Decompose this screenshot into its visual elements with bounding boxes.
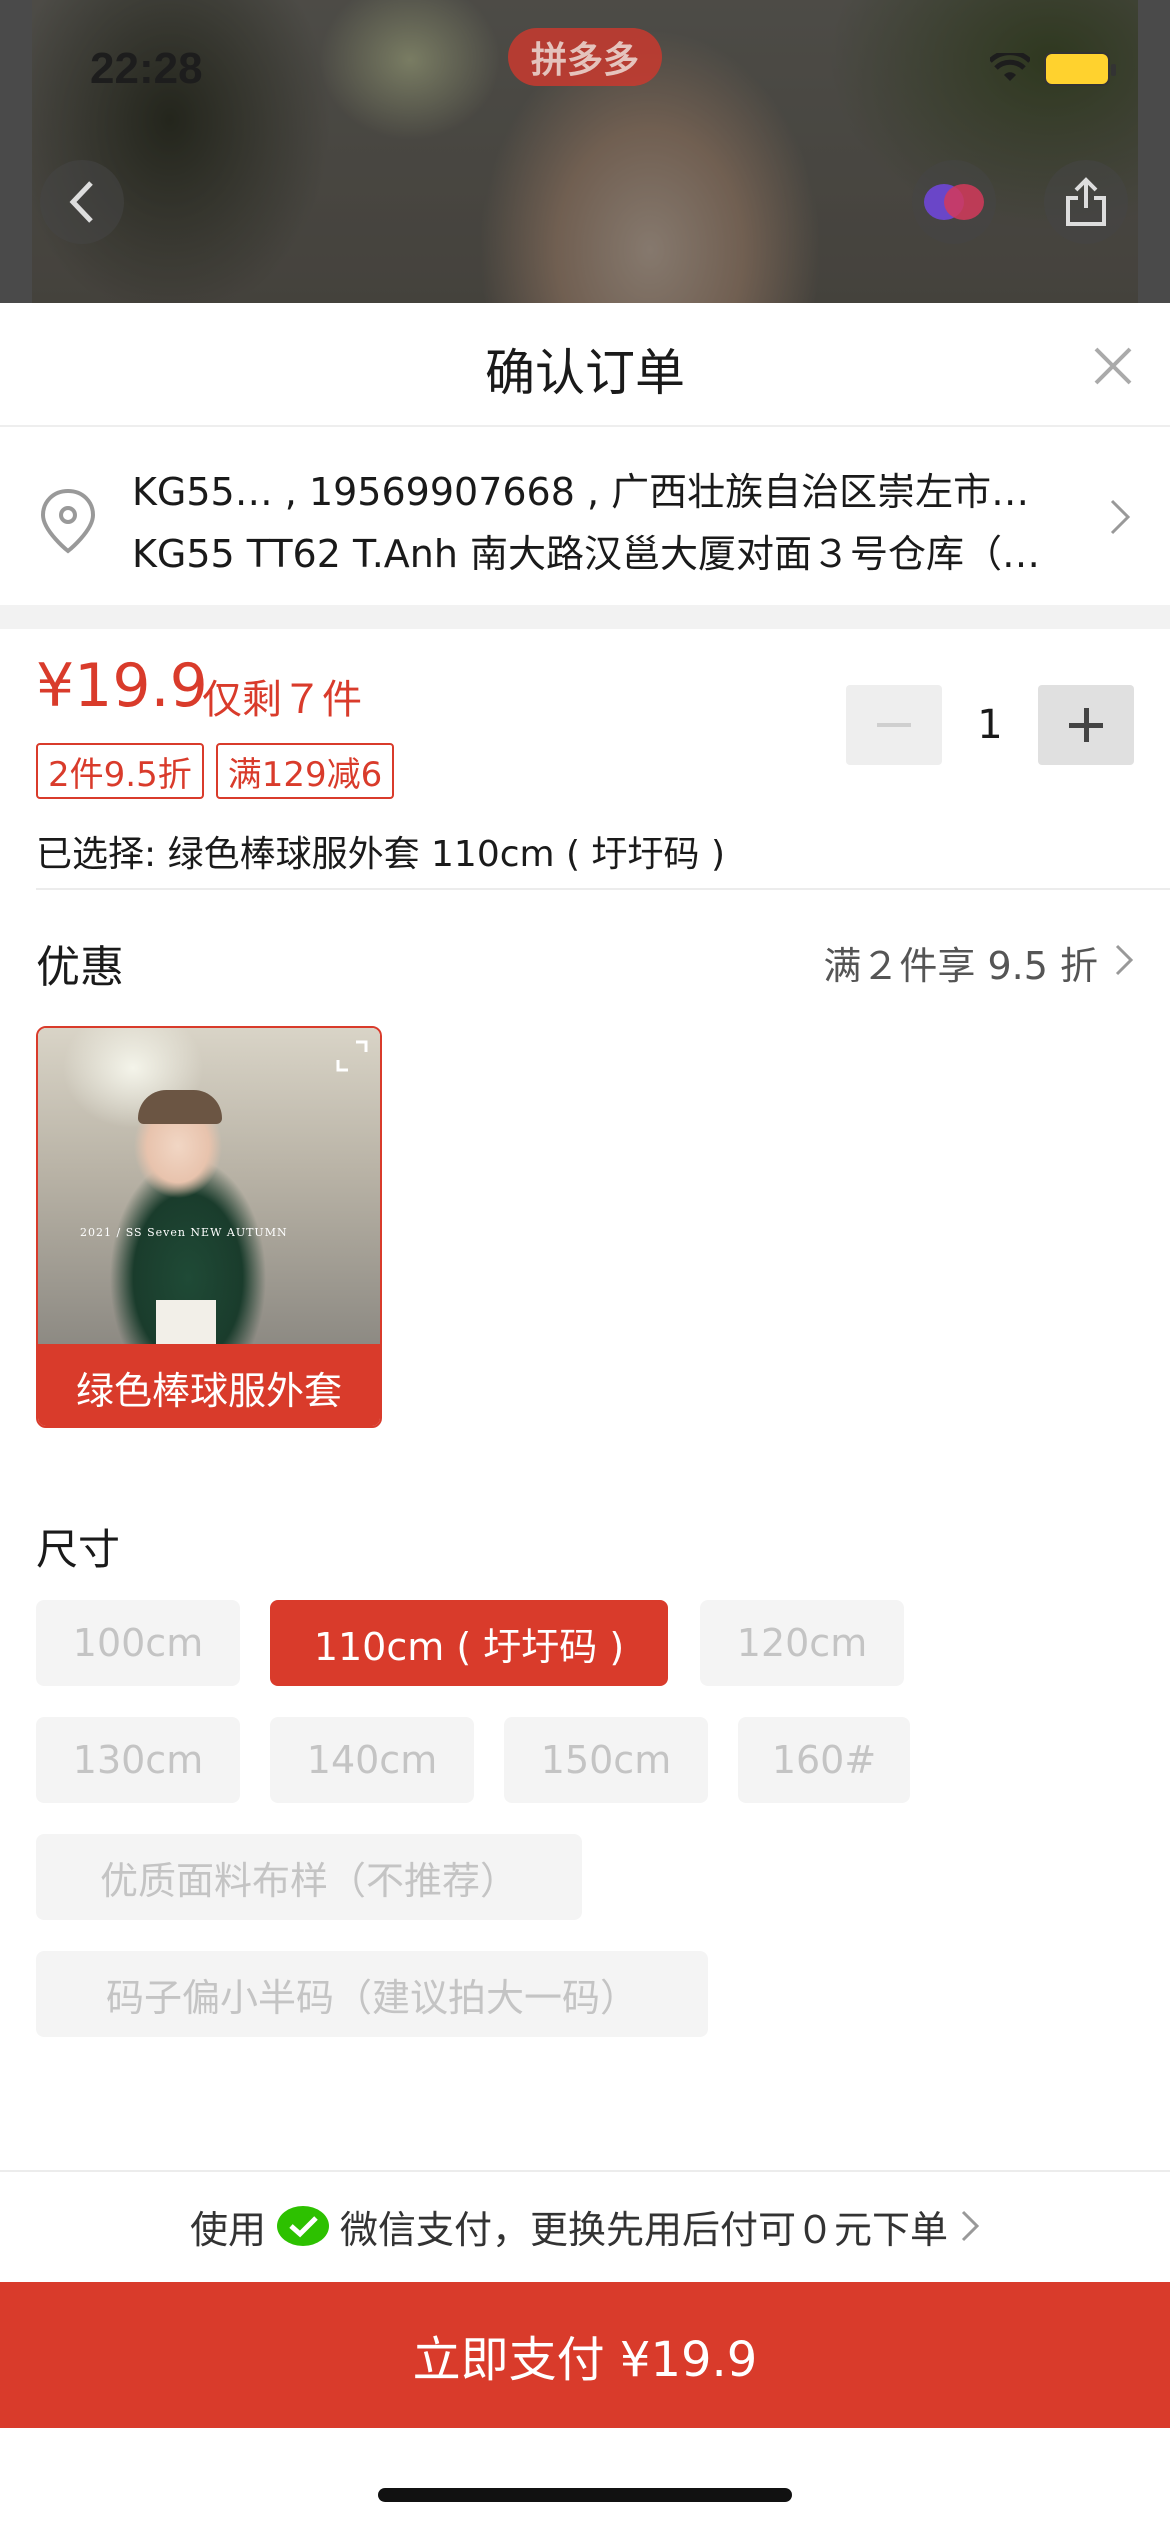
chevron-right-icon: [961, 2210, 980, 2242]
address-line-2: KG55 TT62 T.Anh 南大路汉邕大厦对面３号仓库（…: [132, 532, 1041, 576]
pay-now-button[interactable]: 立即支付 ¥19.9: [0, 2282, 1170, 2428]
wechat-pay-icon: [276, 2206, 329, 2246]
status-time: 22:28: [90, 44, 203, 93]
size-option-size-note[interactable]: 码子偏小半码（建议拍大一码）: [36, 1951, 708, 2037]
battery-icon: [1044, 52, 1116, 86]
payment-prefix: 使用: [189, 2207, 266, 2252]
size-option-140[interactable]: 140cm: [270, 1717, 474, 1803]
background-edge: [1138, 0, 1170, 305]
chevron-right-icon: [1115, 944, 1134, 976]
sheet-header: 确认订单: [0, 303, 1170, 427]
promo-value: 满２件享 9.5 折: [823, 944, 1098, 988]
increase-button[interactable]: [1038, 685, 1134, 765]
payment-suffix: ，更换先用后付可０元下单: [492, 2207, 949, 2252]
quantity-stepper: 1: [846, 685, 1134, 765]
address-line-1: KG55… , 19569907668 , 广西壮族自治区崇左市…: [132, 470, 1030, 514]
store-icon: [924, 184, 984, 220]
thumbnail-detail: [138, 1090, 222, 1124]
quantity-value[interactable]: 1: [942, 702, 1038, 748]
promo-row[interactable]: 优惠 满２件享 9.5 折: [0, 925, 1170, 995]
product-summary: ¥19.9 仅剩７件 2件9.5折 满129减6 已选择: 绿色棒球服外套 11…: [0, 629, 1170, 887]
size-option-fabric-sample[interactable]: 优质面料布样（不推荐）: [36, 1834, 582, 1920]
selected-variant-text: 已选择: 绿色棒球服外套 110cm ( 圩圩码 ): [36, 834, 726, 875]
wifi-icon: [990, 53, 1030, 81]
home-indicator[interactable]: [378, 2488, 792, 2502]
back-button[interactable]: [40, 160, 124, 244]
size-option-160[interactable]: 160#: [738, 1717, 910, 1803]
page-title: 确认订单: [485, 344, 685, 402]
variant-thumbnail: 2021 / SS Seven NEW AUTUMN: [38, 1028, 380, 1344]
size-option-130[interactable]: 130cm: [36, 1717, 240, 1803]
decrease-button[interactable]: [846, 685, 942, 765]
size-section-label: 尺寸: [36, 1525, 121, 1574]
chevron-right-icon: [1110, 499, 1131, 535]
address-row[interactable]: KG55… , 19569907668 , 广西壮族自治区崇左市… KG55 T…: [0, 427, 1170, 605]
chevron-left-icon: [69, 181, 93, 223]
promo-label: 优惠: [36, 942, 124, 993]
minus-icon: [877, 723, 911, 727]
variant-option-green-jacket[interactable]: 2021 / SS Seven NEW AUTUMN 绿色棒球服外套: [36, 1026, 382, 1428]
thumbnail-caption: 2021 / SS Seven NEW AUTUMN: [80, 1226, 288, 1239]
size-option-120[interactable]: 120cm: [700, 1600, 904, 1686]
size-option-110[interactable]: 110cm ( 圩圩码 ): [270, 1600, 668, 1686]
share-icon: [1066, 177, 1106, 226]
background-edge: [0, 0, 32, 305]
stock-remaining: 仅剩７件: [202, 677, 362, 723]
discount-tag: 满129减6: [215, 743, 395, 799]
product-price: ¥19.9: [36, 651, 208, 721]
share-button[interactable]: [1044, 160, 1128, 244]
brand-badge: 拼多多: [508, 28, 662, 86]
thumbnail-detail: [156, 1300, 216, 1344]
divider: [36, 888, 1170, 890]
size-option-100[interactable]: 100cm: [36, 1600, 240, 1686]
discount-tag: 2件9.5折: [36, 743, 204, 799]
expand-icon[interactable]: [334, 1038, 370, 1074]
variant-label: 绿色棒球服外套: [38, 1344, 380, 1426]
payment-method: 微信支付: [339, 2207, 492, 2252]
payment-method-row[interactable]: 使用 微信支付 ，更换先用后付可０元下单: [0, 2170, 1170, 2280]
section-gap: [0, 605, 1170, 629]
size-option-150[interactable]: 150cm: [504, 1717, 708, 1803]
merchant-button[interactable]: [912, 160, 996, 244]
location-pin-icon: [40, 488, 96, 554]
discount-tags: 2件9.5折 满129减6: [36, 743, 395, 799]
status-icons: [990, 52, 1116, 86]
plus-icon: [1069, 708, 1103, 742]
close-icon[interactable]: [1088, 341, 1138, 391]
